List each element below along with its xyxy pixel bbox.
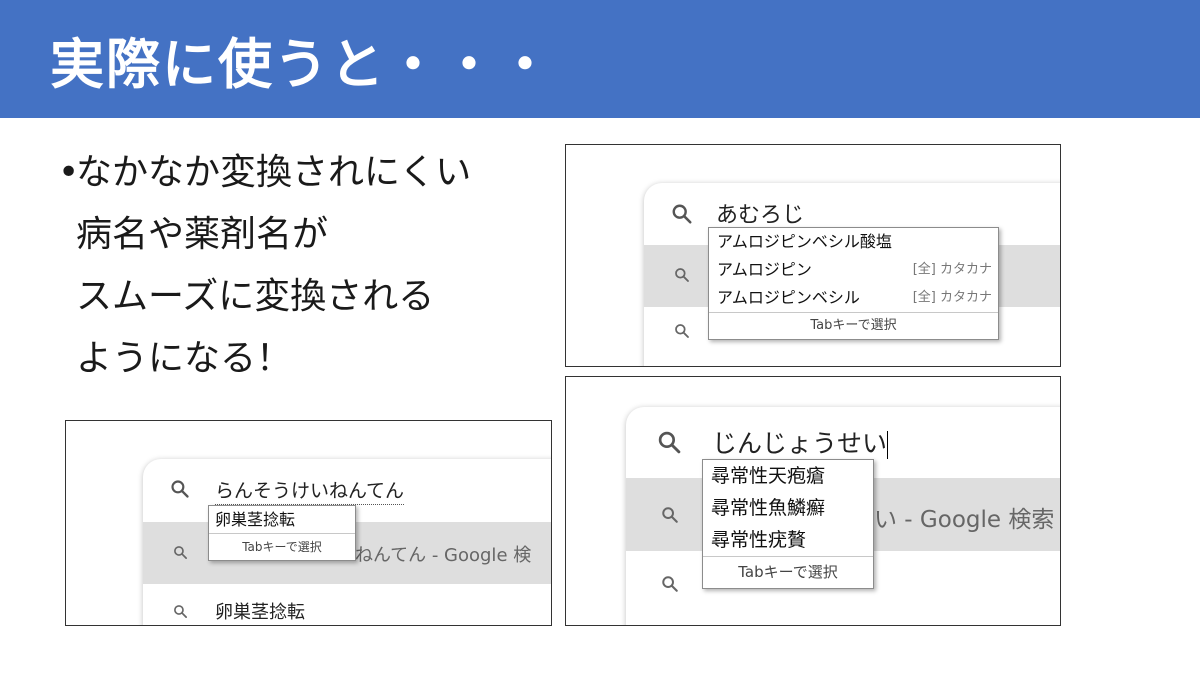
ime-candidate-window: 尋常性天疱瘡 尋常性魚鱗癬 尋常性疣贅 Tabキーで選択: [702, 459, 874, 589]
ime-candidate[interactable]: 卵巣茎捻転: [209, 506, 355, 533]
screenshot-ovarian-torsion: らんそうけいねんてん ねんてん - Google 検 卵巣茎捻転 卵巣茎捻転 T…: [65, 420, 552, 626]
ime-candidate[interactable]: 尋常性天疱瘡: [703, 460, 873, 492]
slide-title: 実際に使うと・・・: [50, 33, 554, 96]
search-icon: [675, 324, 689, 338]
text-caret: [887, 431, 889, 459]
search-input[interactable]: あむろじ: [716, 197, 804, 229]
ime-candidate-window: アムロジピンベシル酸塩 アムロジピン [全] カタカナ アムロジピンベシル [全] …: [708, 227, 999, 340]
bullet-line-1: なかなか変換されにくい: [76, 152, 472, 193]
bullet-dot: •: [58, 152, 80, 193]
search-icon: [662, 576, 678, 592]
ime-tab-hint: Tabキーで選択: [703, 556, 873, 588]
suggestion-row[interactable]: 卵巣茎捻転: [143, 584, 551, 625]
ime-candidate-window: 卵巣茎捻転 Tabキーで選択: [208, 505, 356, 561]
screenshot-amlodipine: あむろじ アムロジピンベシル酸塩 アムロジピン [全] カタカナ アムロジピンベシ…: [565, 144, 1061, 367]
search-icon: [675, 268, 689, 282]
ime-candidate[interactable]: アムロジピンベシル [全] カタカナ: [709, 284, 998, 312]
title-bar: 実際に使うと・・・: [0, 0, 1200, 118]
suggestion-text: ねんてん - Google 検: [355, 545, 532, 566]
search-icon: [171, 480, 189, 498]
bullet-text: •なかなか変換されにくい 病名や薬剤名が スムーズに変換される ようになる！: [58, 142, 471, 390]
screenshot-pemphigus: じんじょうせい い - Google 検索 尋常性天疱瘡 尋常性魚鱗癬 尋常性疣…: [565, 376, 1061, 626]
ime-candidate[interactable]: アムロジピンベシル酸塩: [709, 228, 998, 256]
search-icon: [174, 605, 187, 618]
ime-hint: [全] カタカナ: [912, 290, 992, 305]
ime-candidate[interactable]: 尋常性疣贅: [703, 524, 873, 556]
ime-hint: [全] カタカナ: [912, 262, 992, 277]
bullet-line-3: スムーズに変換される: [76, 276, 435, 317]
bullet-line-4: ようになる！: [76, 338, 293, 379]
search-icon: [672, 204, 692, 224]
ime-tab-hint: Tabキーで選択: [209, 533, 355, 560]
ime-candidate[interactable]: アムロジピン [全] カタカナ: [709, 256, 998, 284]
ime-tab-hint: Tabキーで選択: [709, 312, 998, 339]
ime-candidate[interactable]: 尋常性魚鱗癬: [703, 492, 873, 524]
bullet-line-2: 病名や薬剤名が: [76, 214, 329, 255]
search-input[interactable]: らんそうけいねんてん: [215, 476, 405, 505]
search-icon: [174, 546, 187, 559]
suggestion-text: 卵巣茎捻転: [215, 602, 305, 623]
search-input[interactable]: じんじょうせい: [712, 424, 889, 460]
suggestion-text: い - Google 検索: [874, 507, 1055, 533]
search-icon: [662, 507, 678, 523]
search-icon: [658, 431, 681, 454]
